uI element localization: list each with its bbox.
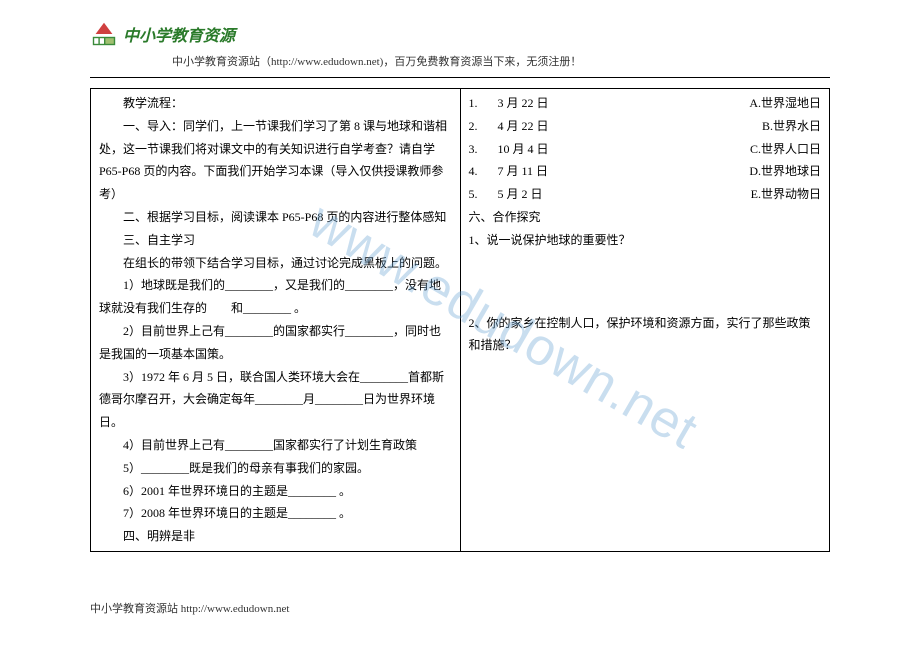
coop-q2: 2、你的家乡在控制人口，保护环境和资源方面，实行了那些政策和措施？ [469, 312, 822, 358]
match-item-3: 3. 10 月 4 日 C.世界人口日 [469, 138, 822, 161]
match-num: 4. [469, 160, 478, 183]
left-column: 教学流程： 一、导入：同学们，上一节课我们学习了第 8 课与地球和谐相处，这一节… [91, 89, 461, 552]
section-6-title: 六、合作探究 [469, 206, 822, 229]
q1-part-b: 和________ 。 [231, 301, 306, 315]
match-option: D.世界地球日 [749, 160, 821, 183]
site-logo-text: 中小学教育资源 [123, 22, 235, 46]
section-2: 二、根据学习目标，阅读课本 P65-P68 页的内容进行整体感知 [99, 206, 452, 229]
question-1: 1）地球既是我们的________，又是我们的________，没有地球就没有我… [99, 274, 452, 320]
match-date: 7 月 11 日 [478, 160, 750, 183]
section-1-intro: 一、导入：同学们，上一节课我们学习了第 8 课与地球和谐相处，这一节课我们将对课… [99, 115, 452, 206]
match-date: 10 月 4 日 [478, 138, 750, 161]
match-num: 3. [469, 138, 478, 161]
match-item-1: 1. 3 月 22 日 A.世界湿地日 [469, 92, 822, 115]
match-num: 1. [469, 92, 478, 115]
match-option: B.世界水日 [762, 115, 821, 138]
question-7: 7）2008 年世界环境日的主题是________ 。 [99, 502, 452, 525]
teaching-flow-title: 教学流程： [99, 92, 452, 115]
footer-text: 中小学教育资源站 http://www.edudown.net [90, 600, 289, 616]
match-item-4: 4. 7 月 11 日 D.世界地球日 [469, 160, 822, 183]
header-subtitle: 中小学教育资源站（http://www.edudown.net)，百万免费教育资… [0, 53, 920, 77]
match-date: 5 月 2 日 [478, 183, 751, 206]
section-3: 三、自主学习 [99, 229, 452, 252]
question-6: 6）2001 年世界环境日的主题是________ 。 [99, 480, 452, 503]
question-2: 2）目前世界上己有________的国家都实行________，同时也是我国的一… [99, 320, 452, 366]
question-3: 3）1972 年 6 月 5 日，联合国人类环境大会在________首都斯德哥… [99, 366, 452, 434]
site-logo-icon [90, 20, 118, 48]
match-num: 2. [469, 115, 478, 138]
question-4: 4）目前世界上己有________国家都实行了计划生育政策 [99, 434, 452, 457]
coop-q1: 1、说一说保护地球的重要性？ [469, 229, 822, 252]
match-date: 3 月 22 日 [478, 92, 750, 115]
question-5: 5）________既是我们的母亲有事我们的家园。 [99, 457, 452, 480]
match-option: A.世界湿地日 [749, 92, 821, 115]
header-divider [90, 77, 830, 78]
page-header: 中小学教育资源 [0, 0, 920, 53]
right-column: 1. 3 月 22 日 A.世界湿地日 2. 4 月 22 日 B.世界水日 3… [460, 89, 830, 552]
match-date: 4 月 22 日 [478, 115, 762, 138]
section-4: 四、明辨是非 [99, 525, 452, 548]
section-3-detail: 在组长的带领下结合学习目标，通过讨论完成黑板上的问题。 [99, 252, 452, 275]
match-item-2: 2. 4 月 22 日 B.世界水日 [469, 115, 822, 138]
content-table: 教学流程： 一、导入：同学们，上一节课我们学习了第 8 课与地球和谐相处，这一节… [90, 88, 830, 552]
match-option: C.世界人口日 [750, 138, 821, 161]
match-num: 5. [469, 183, 478, 206]
match-item-5: 5. 5 月 2 日 E.世界动物日 [469, 183, 822, 206]
match-option: E.世界动物日 [751, 183, 821, 206]
